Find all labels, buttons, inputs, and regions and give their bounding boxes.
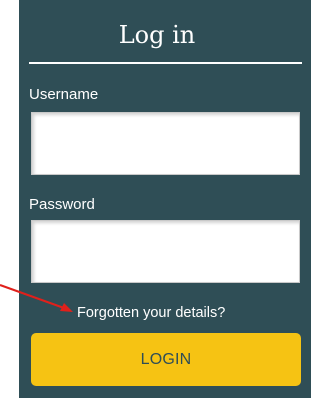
login-screen: Log in Username Password Forgotten your … bbox=[0, 0, 311, 398]
username-input[interactable] bbox=[31, 112, 300, 175]
login-button[interactable]: LOGIN bbox=[31, 333, 301, 386]
password-label: Password bbox=[29, 196, 95, 213]
login-title: Log in bbox=[118, 21, 196, 49]
forgot-details-link[interactable]: Forgotten your details? bbox=[77, 303, 225, 323]
login-panel: Log in Username Password Forgotten your … bbox=[19, 0, 311, 398]
username-label: Username bbox=[29, 86, 99, 103]
title-divider bbox=[29, 62, 302, 64]
password-input[interactable] bbox=[31, 220, 300, 283]
